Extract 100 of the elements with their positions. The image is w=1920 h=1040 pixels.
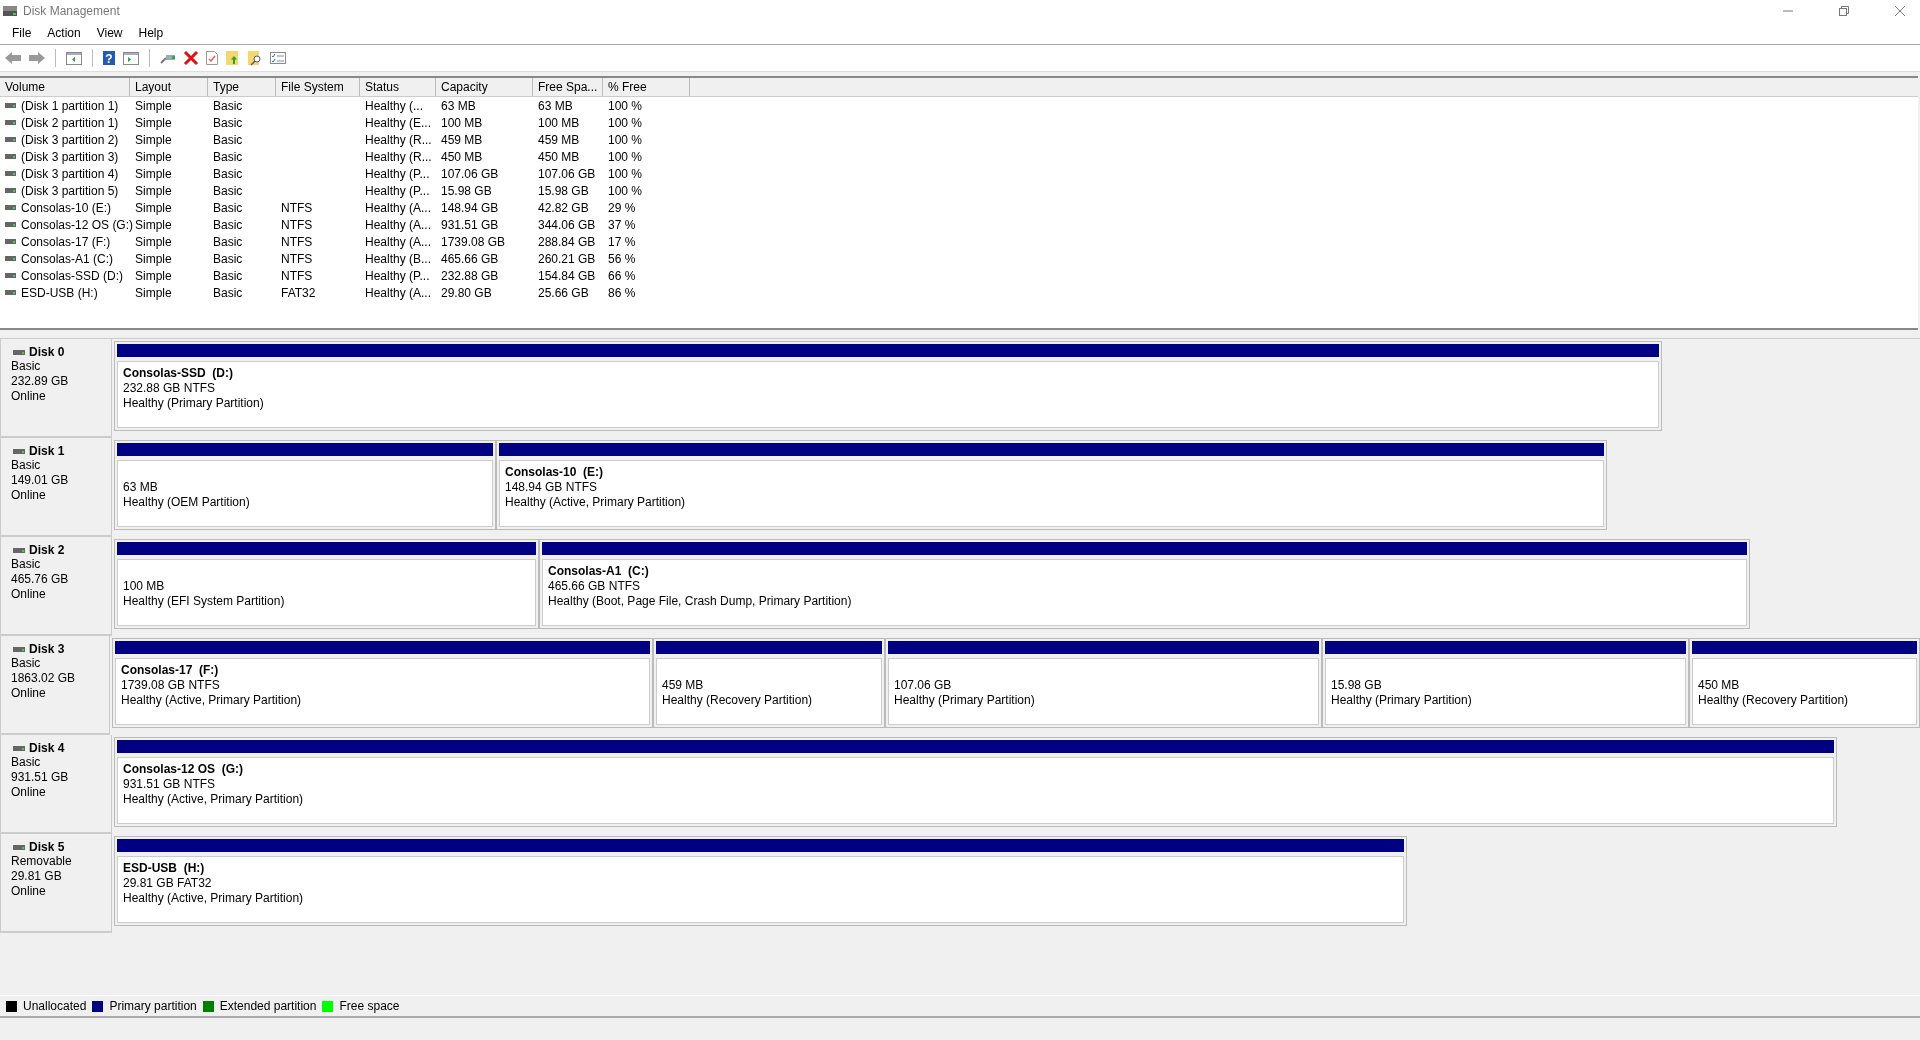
- table-cell: Basic: [213, 200, 243, 215]
- forward-arrow-icon[interactable]: [28, 50, 46, 66]
- checklist-icon[interactable]: [269, 50, 287, 66]
- menu-item[interactable]: Help: [130, 26, 172, 40]
- column-header[interactable]: Free Spa...: [533, 78, 603, 96]
- table-cell: Basic: [213, 98, 243, 113]
- table-cell: Healthy (E...: [365, 115, 432, 130]
- table-cell: (Disk 3 partition 3): [21, 149, 119, 164]
- table-cell: Basic: [213, 234, 243, 249]
- column-header[interactable]: Type: [208, 78, 276, 96]
- table-cell: Basic: [213, 166, 243, 181]
- table-cell: (Disk 1 partition 1): [21, 98, 119, 113]
- disk-name: Disk 1: [29, 444, 65, 458]
- drive-icon: [13, 646, 25, 652]
- partition-block[interactable]: 107.06 GB Healthy (Primary Partition): [885, 638, 1322, 728]
- table-cell: Basic: [213, 183, 243, 198]
- table-cell: Simple: [135, 98, 172, 113]
- partition-block[interactable]: 450 MB Healthy (Recovery Partition): [1689, 638, 1920, 728]
- help-icon[interactable]: ?: [102, 50, 116, 66]
- partition-block[interactable]: Consolas-17 (F:) 1739.08 GB NTFS Healthy (Active, Primary Partition): [112, 638, 653, 728]
- table-cell: 107.06 GB: [538, 166, 596, 181]
- table-cell: Basic: [213, 285, 243, 300]
- legend-label: Extended partition: [219, 999, 317, 1013]
- table-cell: NTFS: [281, 268, 313, 283]
- table-cell: 100 %: [608, 166, 643, 181]
- checked-document-icon[interactable]: [205, 50, 219, 66]
- partition-block[interactable]: 100 MB Healthy (EFI System Partition): [114, 539, 539, 629]
- close-icon[interactable]: [1894, 5, 1906, 17]
- disk-status: Online: [11, 686, 47, 701]
- legend-label: Free space: [339, 999, 400, 1013]
- menu-item[interactable]: View: [88, 26, 131, 40]
- table-cell: Healthy (P...: [365, 268, 430, 283]
- table-cell: ESD-USB (H:): [21, 285, 98, 300]
- partition-block[interactable]: Consolas-SSD (D:) 232.88 GB NTFS Healthy (Primary Partition): [114, 341, 1662, 431]
- partition-status: Healthy (Primary Partition): [894, 693, 1036, 708]
- partition-block[interactable]: Consolas-12 OS (G:) 931.51 GB NTFS Healthy (Active, Primary Partition): [114, 737, 1837, 827]
- panel-icon[interactable]: [122, 50, 140, 66]
- table-cell: Healthy (R...: [365, 132, 432, 147]
- column-header[interactable]: Layout: [130, 78, 208, 96]
- table-cell: Simple: [135, 166, 172, 181]
- table-cell: 63 MB: [441, 98, 476, 113]
- disk-name: Disk 2: [29, 543, 65, 557]
- table-cell: Simple: [135, 132, 172, 147]
- folder-search-icon[interactable]: [247, 50, 263, 66]
- disk-name: Disk 5: [29, 840, 65, 854]
- table-cell: Simple: [135, 149, 172, 164]
- table-cell: Basic: [213, 251, 243, 266]
- disk-status: Online: [11, 884, 47, 899]
- partition-size: 29.81 GB FAT32: [123, 876, 213, 891]
- column-header[interactable]: Status: [360, 78, 436, 96]
- partition-block[interactable]: Consolas-A1 (C:) 465.66 GB NTFS Healthy (Boot, Page File, Crash Dump, Primary Partition): [539, 539, 1750, 629]
- table-cell: Simple: [135, 200, 172, 215]
- disk-size: 149.01 GB: [11, 473, 70, 488]
- table-cell: 100 %: [608, 149, 643, 164]
- table-cell: 86 %: [608, 285, 636, 300]
- table-cell: Simple: [135, 115, 172, 130]
- partition-size: 931.51 GB NTFS: [123, 777, 217, 792]
- table-cell: 450 MB: [538, 149, 580, 164]
- partition-block[interactable]: 459 MB Healthy (Recovery Partition): [653, 638, 885, 728]
- table-cell: 63 MB: [538, 98, 573, 113]
- table-cell: Simple: [135, 183, 172, 198]
- partition-status: Healthy (Active, Primary Partition): [123, 891, 305, 906]
- table-cell: FAT32: [281, 285, 316, 300]
- menu-item[interactable]: File: [4, 26, 40, 40]
- table-cell: 260.21 GB: [538, 251, 596, 266]
- column-header[interactable]: File System: [276, 78, 360, 96]
- table-cell: 344.06 GB: [538, 217, 596, 232]
- disk-name: Disk 4: [29, 741, 65, 755]
- drive-icon: [5, 239, 16, 244]
- delete-icon[interactable]: [183, 50, 199, 66]
- partition-block[interactable]: 15.98 GB Healthy (Primary Partition): [1322, 638, 1689, 728]
- table-cell: Basic: [213, 268, 243, 283]
- partition-block[interactable]: ESD-USB (H:) 29.81 GB FAT32 Healthy (Active, Primary Partition): [114, 836, 1407, 926]
- table-cell: NTFS: [281, 234, 313, 249]
- table-cell: Healthy (P...: [365, 183, 430, 198]
- panel-icon[interactable]: [65, 50, 83, 66]
- partition-block[interactable]: 63 MB Healthy (OEM Partition): [114, 440, 496, 530]
- table-cell: 42.82 GB: [538, 200, 589, 215]
- partition-status: Healthy (Primary Partition): [1331, 693, 1473, 708]
- column-header[interactable]: Capacity: [436, 78, 533, 96]
- disk-drive-icon: [2, 4, 18, 18]
- table-cell: 25.66 GB: [538, 285, 589, 300]
- table-cell: 100 %: [608, 132, 643, 147]
- table-cell: NTFS: [281, 251, 313, 266]
- drive-icon: [13, 547, 25, 553]
- disk-size: 29.81 GB: [11, 869, 63, 884]
- table-cell: 100 %: [608, 98, 643, 113]
- restore-icon[interactable]: [1838, 5, 1850, 17]
- drive-icon: [13, 448, 25, 454]
- partition-size: 100 MB: [123, 579, 166, 594]
- partition-block[interactable]: Consolas-10 (E:) 148.94 GB NTFS Healthy (Active, Primary Partition): [496, 440, 1607, 530]
- drive-icon: [5, 137, 16, 142]
- column-header[interactable]: Volume: [0, 78, 130, 96]
- table-cell: Basic: [213, 149, 243, 164]
- table-cell: 148.94 GB: [441, 200, 499, 215]
- column-header[interactable]: % Free: [603, 78, 690, 96]
- menu-item[interactable]: Action: [39, 26, 89, 40]
- back-arrow-icon[interactable]: [4, 50, 22, 66]
- table-cell: 56 %: [608, 251, 636, 266]
- table-cell: 15.98 GB: [538, 183, 589, 198]
